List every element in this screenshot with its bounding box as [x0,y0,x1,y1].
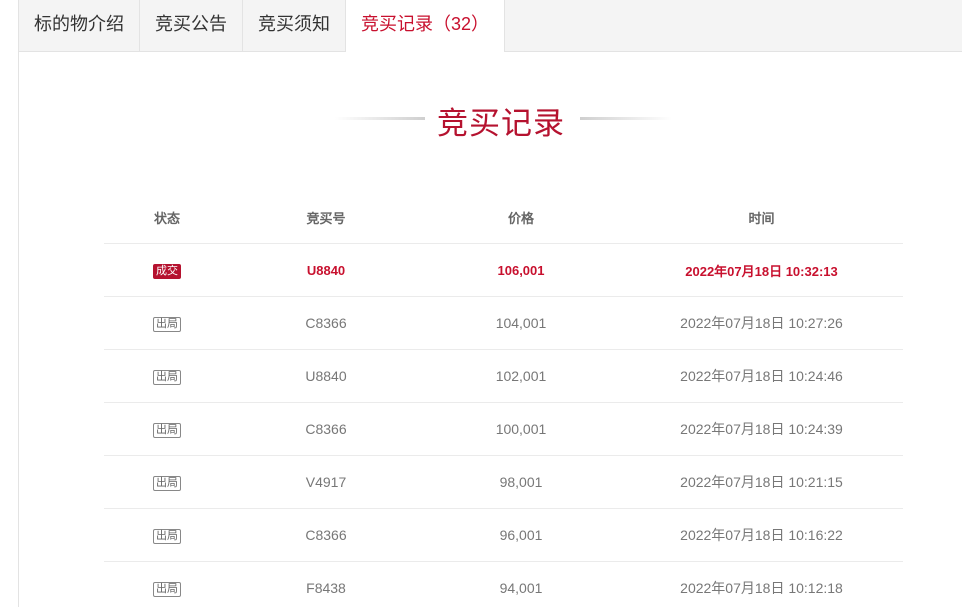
table-row: 出局 C8366 104,001 2022年07月18日 10:27:26 [104,297,903,350]
status-cell: 出局 [104,579,230,597]
bid-time: 2022年07月18日 10:16:22 [680,527,843,543]
bid-price: 102,001 [495,368,547,384]
tab-announcement[interactable]: 竞买公告 [140,0,243,51]
bid-price: 96,001 [499,527,543,543]
table-header-row: 状态 竞买号 价格 时间 [104,191,903,244]
tab-bar: 标的物介绍 竞买公告 竞买须知 竞买记录（32） [19,0,962,52]
status-cell: 出局 [104,314,230,332]
bidder-number: C8366 [305,315,347,331]
status-cell: 出局 [104,473,230,491]
section-title: 竞买记录 [437,106,565,141]
tab-notice[interactable]: 竞买须知 [243,0,346,51]
bid-price: 94,001 [499,580,543,596]
bid-time: 2022年07月18日 10:24:46 [680,368,843,384]
header-time: 时间 [748,210,775,226]
bid-time: 2022年07月18日 10:32:13 [685,263,838,279]
bid-price: 104,001 [495,315,547,331]
tab-item-intro[interactable]: 标的物介绍 [19,0,140,51]
bid-price: 100,001 [495,421,547,437]
tab-bid-records[interactable]: 竞买记录（32） [346,0,506,52]
section-heading: 竞买记录 [0,92,962,144]
bidder-number: C8366 [305,421,347,437]
status-badge: 出局 [153,317,181,332]
bidder-number: F8438 [306,580,346,596]
status-cell: 出局 [104,526,230,544]
status-badge: 出局 [153,370,181,385]
bidder-number: V4917 [305,474,347,490]
bid-time: 2022年07月18日 10:21:15 [680,474,843,490]
bid-time: 2022年07月18日 10:12:18 [680,580,843,596]
table-row: 出局 V4917 98,001 2022年07月18日 10:21:15 [104,456,903,509]
status-badge: 出局 [153,423,181,438]
header-status: 状态 [153,210,180,226]
status-cell: 成交 [104,262,230,279]
bid-price: 106,001 [497,262,545,278]
status-badge: 成交 [153,263,181,279]
bid-time: 2022年07月18日 10:27:26 [680,315,843,331]
bidder-number: U8840 [306,262,346,278]
status-cell: 出局 [104,367,230,385]
table-row: 成交 U8840 106,001 2022年07月18日 10:32:13 [104,244,903,297]
status-badge: 出局 [153,529,181,544]
table-row: 出局 C8366 100,001 2022年07月18日 10:24:39 [104,403,903,456]
status-badge: 出局 [153,476,181,491]
heading-divider-left [335,117,425,120]
header-price: 价格 [507,210,534,226]
table-row: 出局 C8366 96,001 2022年07月18日 10:16:22 [104,509,903,562]
bid-records-table: 状态 竞买号 价格 时间 成交 U8840 106,001 2022年07月18日 1… [104,191,903,607]
table-row: 出局 U8840 102,001 2022年07月18日 10:24:46 [104,350,903,403]
table-row: 出局 F8438 94,001 2022年07月18日 10:12:18 [104,562,903,607]
heading-divider-right [580,117,672,120]
status-cell: 出局 [104,420,230,438]
bid-time: 2022年07月18日 10:24:39 [680,421,843,437]
status-badge: 出局 [153,582,181,597]
header-bidder: 竞买号 [306,210,346,226]
bid-records-page: 标的物介绍 竞买公告 竞买须知 竞买记录（32） 竞买记录 状态 竞买号 价格 … [0,0,962,607]
bidder-number: C8366 [305,527,347,543]
table-body: 成交 U8840 106,001 2022年07月18日 10:32:13 出局 C836… [104,244,903,607]
bid-price: 98,001 [499,474,543,490]
bidder-number: U8840 [305,368,347,384]
